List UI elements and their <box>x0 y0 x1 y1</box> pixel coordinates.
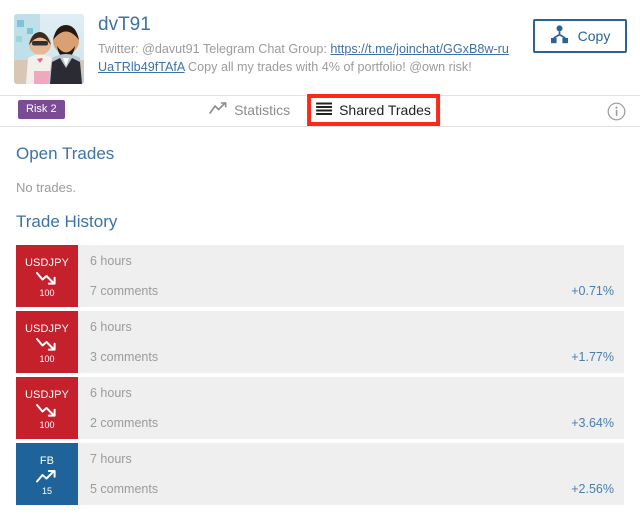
avatar-photo <box>14 14 84 84</box>
arrow-down-trend-icon <box>35 336 59 353</box>
trade-details: 6 hours 3 comments +1.77% <box>78 311 624 373</box>
trade-symbol: USDJPY <box>25 388 69 401</box>
trade-quantity: 15 <box>41 485 52 496</box>
description-prefix: Twitter: @davut91 Telegram Chat Group: <box>98 42 331 56</box>
info-circle-icon[interactable] <box>607 102 626 124</box>
trade-comments[interactable]: 5 comments <box>90 482 158 496</box>
trade-symbol: USDJPY <box>25 322 69 335</box>
arrow-down-trend-icon <box>35 270 59 287</box>
trade-quantity: 100 <box>39 287 55 298</box>
copy-button[interactable]: Copy <box>533 19 627 53</box>
trade-comments[interactable]: 7 comments <box>90 284 158 298</box>
tab-group: Statistics Shared Trades <box>207 94 440 126</box>
arrow-up-trend-icon <box>35 468 59 485</box>
arrow-down-trend-icon <box>35 402 59 419</box>
trade-comments[interactable]: 2 comments <box>90 416 158 430</box>
description-suffix: Copy all my trades with 4% of portfolio!… <box>184 60 472 74</box>
trade-row[interactable]: USDJPY 100 6 hours 2 comments +3.64% <box>16 377 624 439</box>
trade-symbol: FB <box>39 454 55 467</box>
trade-comments[interactable]: 3 comments <box>90 350 158 364</box>
share-network-icon <box>550 25 569 47</box>
trade-quantity: 100 <box>39 353 55 364</box>
trade-details: 7 hours 5 comments +2.56% <box>78 443 624 505</box>
avatar <box>14 14 84 84</box>
trade-bottom-row: 7 comments +0.71% <box>90 284 614 298</box>
trade-history-list: USDJPY 100 6 hours 7 comments +0.71% USDJPY 10… <box>0 233 640 505</box>
trade-time: 6 hours <box>90 254 132 268</box>
list-lines-icon <box>316 102 333 118</box>
trade-row[interactable]: FB 15 7 hours 5 comments +2.56% <box>16 443 624 505</box>
trade-history-title: Trade History <box>16 212 118 231</box>
trade-symbol-tile: FB 15 <box>16 443 78 505</box>
trade-percent: +0.71% <box>571 284 614 298</box>
trade-time: 7 hours <box>90 452 132 466</box>
risk-badge: Risk 2 <box>18 100 65 119</box>
trade-details: 6 hours 7 comments +0.71% <box>78 245 624 307</box>
tab-shared-trades[interactable]: Shared Trades <box>307 94 440 126</box>
trade-percent: +3.64% <box>571 416 614 430</box>
trade-row[interactable]: USDJPY 100 6 hours 3 comments +1.77% <box>16 311 624 373</box>
line-chart-icon <box>209 102 227 118</box>
trade-symbol-tile: USDJPY 100 <box>16 245 78 307</box>
trade-bottom-row: 3 comments +1.77% <box>90 350 614 364</box>
trade-quantity: 100 <box>39 419 55 430</box>
open-trades-section: Open Trades No trades. <box>0 127 640 195</box>
trade-time: 6 hours <box>90 386 132 400</box>
trade-percent: +2.56% <box>571 482 614 496</box>
trade-history-section: Trade History <box>0 195 640 233</box>
trade-percent: +1.77% <box>571 350 614 364</box>
trade-bottom-row: 5 comments +2.56% <box>90 482 614 496</box>
profile-description: Twitter: @davut91 Telegram Chat Group: h… <box>98 40 513 76</box>
copy-button-label: Copy <box>577 28 611 44</box>
tab-statistics-label: Statistics <box>234 102 291 118</box>
trade-bottom-row: 2 comments +3.64% <box>90 416 614 430</box>
trade-symbol-tile: USDJPY 100 <box>16 311 78 373</box>
trade-row[interactable]: USDJPY 100 6 hours 7 comments +0.71% <box>16 245 624 307</box>
tab-shared-trades-label: Shared Trades <box>339 102 431 118</box>
trade-symbol-tile: USDJPY 100 <box>16 377 78 439</box>
tab-statistics[interactable]: Statistics <box>207 101 292 119</box>
trade-details: 6 hours 2 comments +3.64% <box>78 377 624 439</box>
profile-header: dvT91 Twitter: @davut91 Telegram Chat Gr… <box>0 0 640 95</box>
trade-time: 6 hours <box>90 320 132 334</box>
trade-symbol: USDJPY <box>25 256 69 269</box>
open-trades-title: Open Trades <box>16 144 115 163</box>
open-trades-empty: No trades. <box>16 180 76 195</box>
tab-bar: Risk 2 Statistics Shared Trades <box>0 94 640 127</box>
